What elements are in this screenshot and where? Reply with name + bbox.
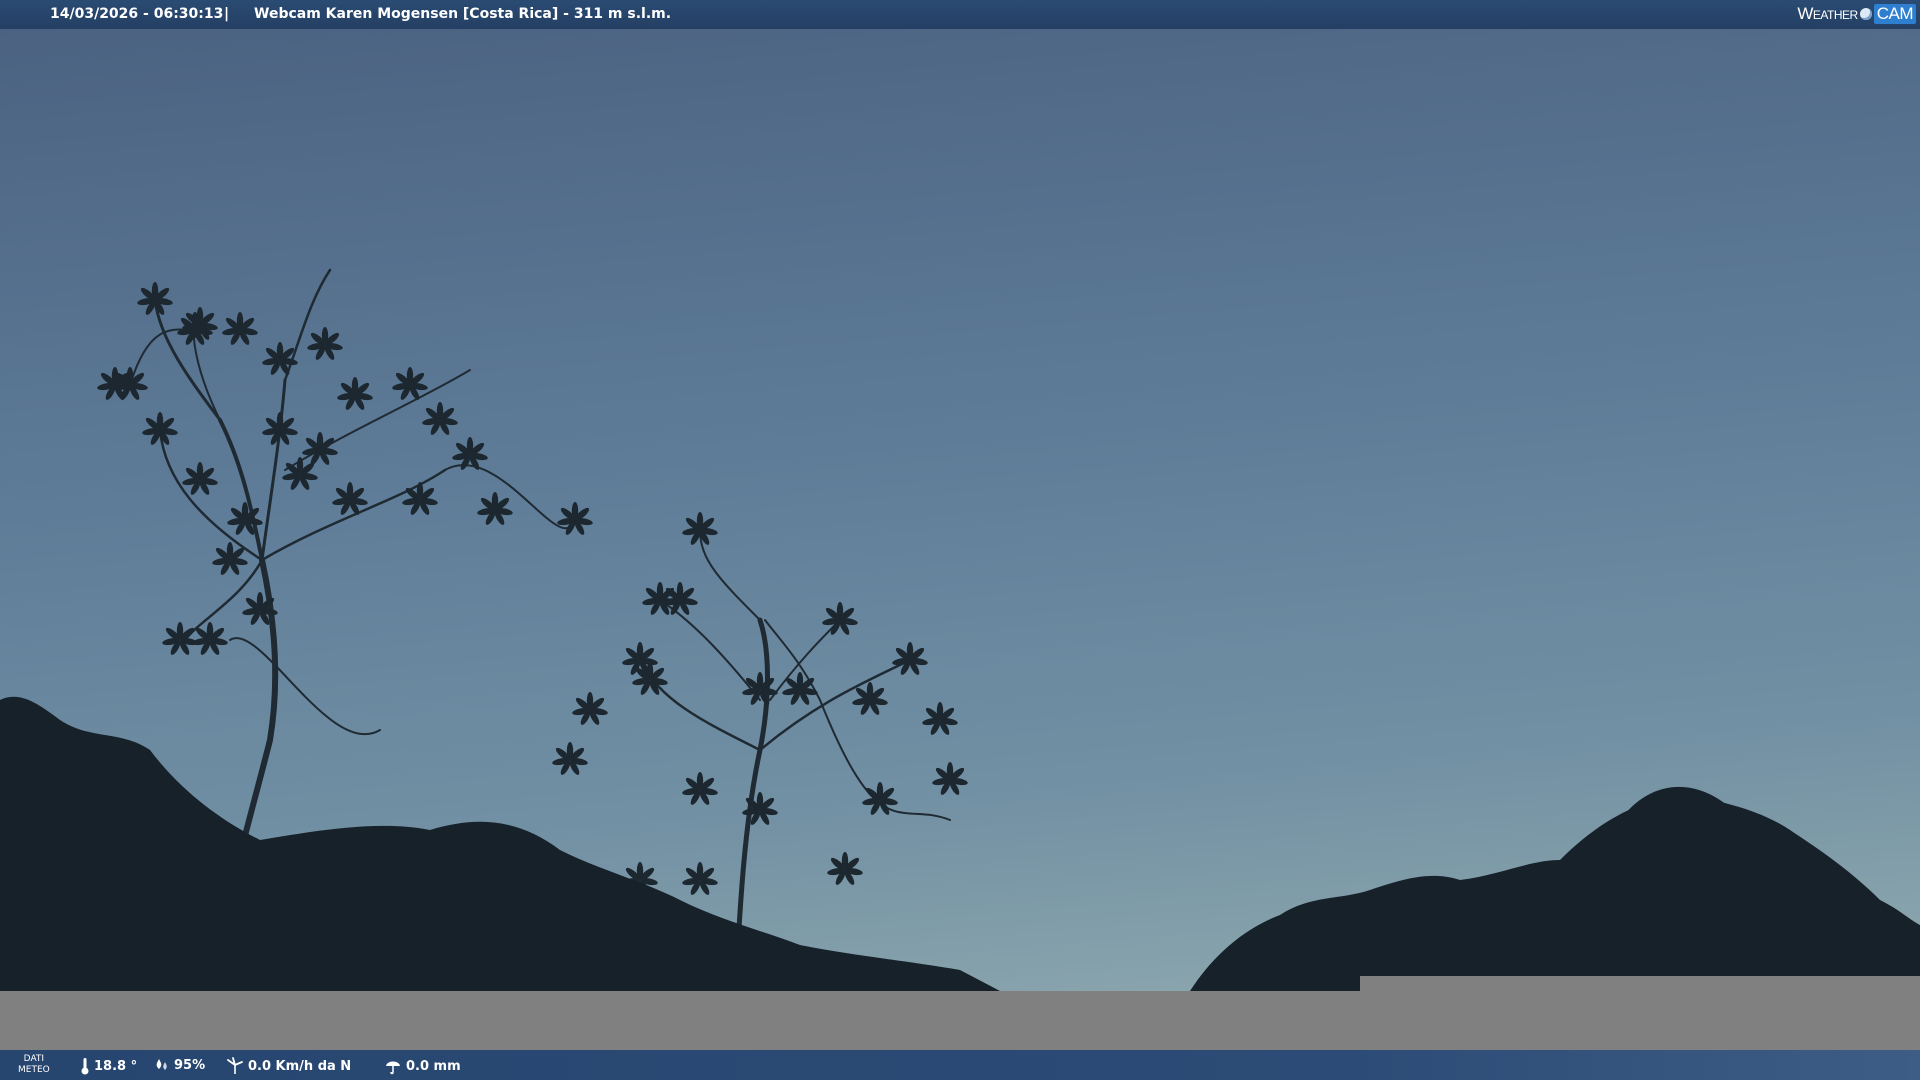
wind-turbine-icon [227,1057,243,1074]
header-separator: | [224,6,230,22]
wind-value: 0.0 Km/h da N [248,1058,352,1074]
logo-text-cam: CAM [1873,4,1916,24]
webcam-title: Webcam Karen Mogensen [Costa Rica] - 311… [254,6,672,22]
logo-text-weather: Weather [1797,4,1858,23]
rain-reading: 0.0 mm [384,1057,461,1075]
gray-overlay-step [1360,976,1920,992]
weather-data-bar: DATI METEO 18.8 ° 95% 0.0 Km/h da N 0.0 … [0,1050,1920,1080]
temperature-value: 18.8 ° [94,1058,138,1074]
gray-overlay-strip [0,991,1920,1050]
rain-umbrella-icon [386,1061,400,1075]
header-bar: 14/03/2026 - 06:30:13 | Webcam Karen Mog… [0,0,1920,29]
wind-reading: 0.0 Km/h da N [226,1057,351,1075]
humidity-value: 95% [174,1057,206,1073]
temperature-reading: 18.8 ° [80,1057,137,1075]
weathercam-logo[interactable]: Weather CAM [1797,3,1916,25]
weather-data-label: DATI METEO [18,1054,50,1075]
webcam-image [0,0,1920,1080]
humidity-drops-icon [156,1059,167,1070]
humidity-reading: 95% [154,1057,205,1073]
rain-value: 0.0 mm [406,1058,461,1074]
timestamp: 14/03/2026 - 06:30:13 [50,6,224,22]
thermometer-icon [81,1058,89,1075]
logo-globe-icon [1859,8,1872,20]
